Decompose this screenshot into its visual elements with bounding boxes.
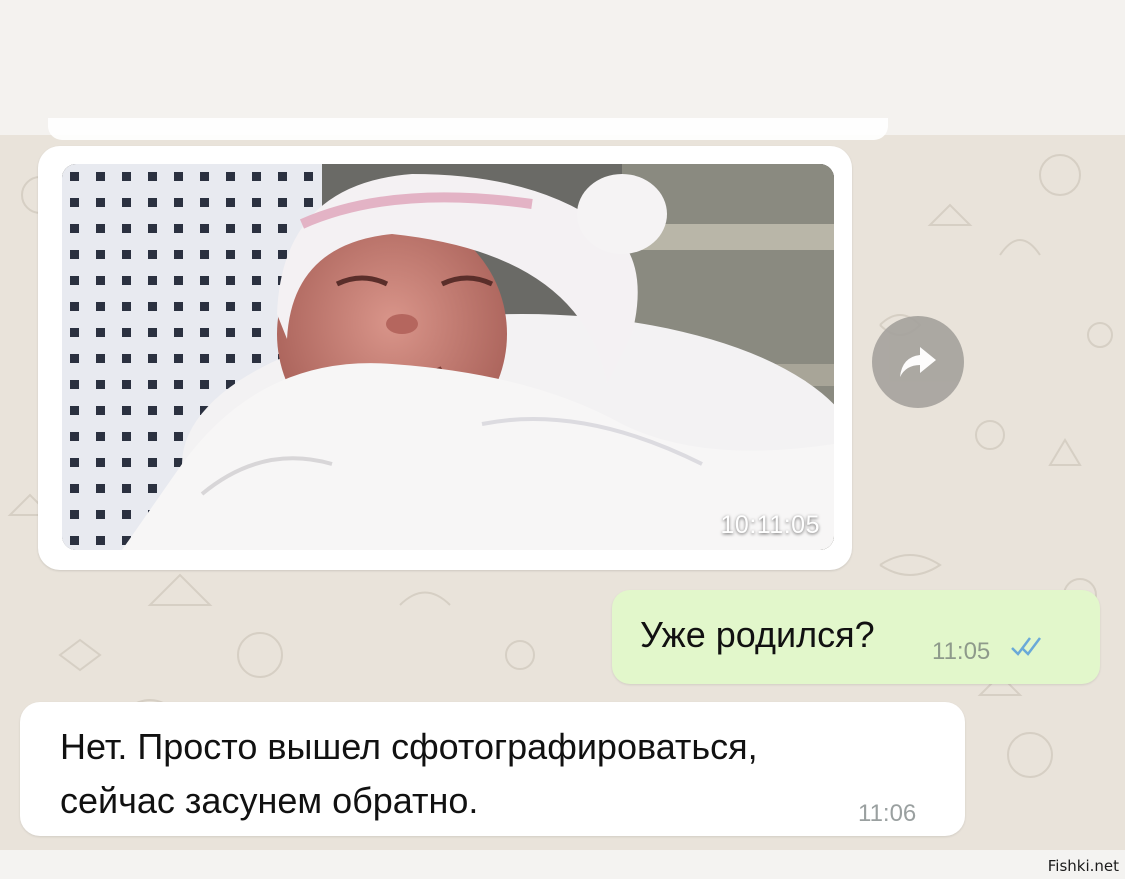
image-message-bubble[interactable]: 10:11:05 — [38, 146, 852, 570]
baby-photo[interactable]: 10:11:05 — [62, 164, 834, 550]
forward-button[interactable] — [872, 316, 964, 408]
previous-message-edge — [48, 118, 888, 140]
incoming-message-bubble[interactable]: Нет. Просто вышел сфотографироваться, се… — [20, 702, 965, 836]
outgoing-message-time: 11:05 — [932, 638, 991, 665]
incoming-message-line-2: сейчас засунем обратно. — [60, 780, 479, 821]
outgoing-message-text: Уже родился? — [640, 614, 875, 655]
top-blank-area — [0, 0, 1125, 135]
forward-arrow-icon — [900, 347, 936, 377]
baby-photo-illustration — [62, 164, 834, 550]
incoming-message-time: 11:06 — [858, 800, 917, 827]
incoming-message-line-1: Нет. Просто вышел сфотографироваться, — [60, 726, 758, 767]
image-timestamp: 10:11:05 — [720, 511, 820, 539]
site-watermark: Fishki.net — [1047, 857, 1119, 875]
double-check-icon — [1011, 637, 1041, 656]
bottom-strip — [0, 850, 1125, 879]
outgoing-message-bubble[interactable]: Уже родился? 11:05 — [612, 590, 1100, 684]
